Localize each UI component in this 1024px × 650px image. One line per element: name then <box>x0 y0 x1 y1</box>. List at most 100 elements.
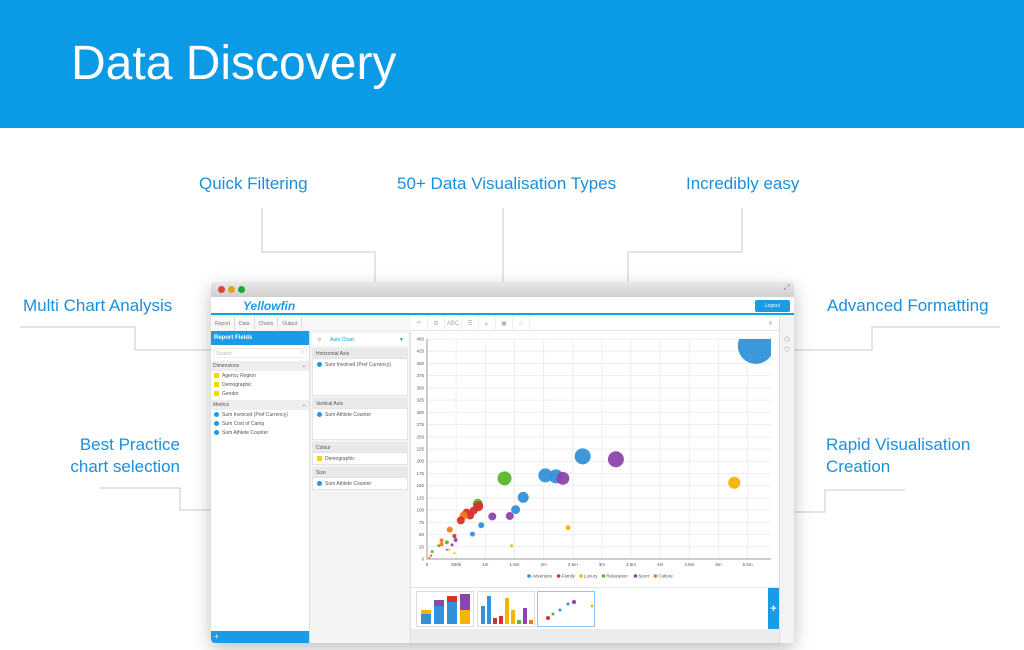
bubble-adventure[interactable] <box>737 331 774 364</box>
chart-area: ↶ ⚙ ABC ☰ ⊾ ▣ ⌂ ✕ 0 25 50 75 100 125 150 175 200 225 250… <box>411 317 779 643</box>
text-format-icon[interactable]: ABC <box>445 317 462 330</box>
bubble-relaxation[interactable] <box>497 471 512 486</box>
bubble-adventure[interactable] <box>517 491 529 503</box>
field-sum-cost-of-camp[interactable]: Sum Cost of Camp <box>211 419 309 428</box>
field-label: Demographic <box>222 381 252 388</box>
dimension-icon <box>317 456 322 461</box>
logout-button[interactable]: Logout <box>754 300 790 312</box>
add-chart-button[interactable]: + <box>768 588 779 630</box>
bubble-sport[interactable] <box>450 543 454 547</box>
tab-report[interactable]: Report <box>211 317 236 330</box>
bubble-sport[interactable] <box>607 451 624 468</box>
colour-field[interactable]: Demographic <box>325 456 355 462</box>
settings-icon[interactable]: ⚙ <box>428 317 445 330</box>
size-dropzone[interactable]: Sum Athlete Counter <box>312 477 408 490</box>
bubble-family[interactable] <box>430 554 433 557</box>
window-titlebar: ⤢ <box>211 282 794 297</box>
tag-icon[interactable]: ⌂ <box>513 317 530 330</box>
bubble-adventure[interactable] <box>478 522 485 529</box>
image-icon[interactable]: ▣ <box>496 317 513 330</box>
list-icon[interactable]: ☰ <box>462 317 479 330</box>
y-tick-label: 450 <box>416 337 424 342</box>
chart-thumbnails: + <box>411 587 779 630</box>
field-sum-invoiced[interactable]: Sum Invoiced (Pref Currency) <box>211 410 309 419</box>
bubble-culture[interactable] <box>439 542 444 547</box>
vertical-axis-dropzone[interactable]: Sum Athlete Counter <box>312 408 408 440</box>
bubble-sport[interactable] <box>453 537 458 542</box>
axis-icon[interactable]: ⊾ <box>479 317 496 330</box>
bubble-sport[interactable] <box>556 471 570 485</box>
bubble-culture[interactable] <box>428 556 431 559</box>
bubble-culture[interactable] <box>446 526 453 533</box>
bubble-adventure[interactable] <box>511 505 521 515</box>
bubble-luxury[interactable] <box>453 552 456 555</box>
y-tick-label: 200 <box>416 459 424 464</box>
bubble-luxury[interactable] <box>510 544 514 548</box>
search-input[interactable]: Search ⌕ <box>213 348 307 358</box>
undo-icon[interactable]: ↶ <box>411 317 428 330</box>
dimension-icon <box>214 391 219 396</box>
x-tick-label: 500k <box>451 562 462 567</box>
minimize-window-button[interactable] <box>228 286 235 293</box>
thumbnail-bar[interactable] <box>477 591 535 627</box>
close-icon[interactable]: ✕ <box>762 317 779 330</box>
bubble-relaxation[interactable] <box>444 540 449 545</box>
field-agency-region[interactable]: Agency Region <box>211 371 309 380</box>
legend-label: Culture <box>658 574 673 579</box>
field-sum-athlete-counter[interactable]: Sum Athlete Counter <box>211 428 309 437</box>
filter-icon[interactable]: ⛉ <box>780 347 794 355</box>
yellowfin-logo: Yellowfin <box>243 299 296 313</box>
bubble-relaxation[interactable] <box>430 550 434 554</box>
field-gender[interactable]: Gender <box>211 389 309 398</box>
bubble-luxury[interactable] <box>728 476 741 489</box>
bubble-family[interactable] <box>456 516 465 525</box>
bubble-adventure[interactable] <box>469 531 475 537</box>
legend-marker <box>633 574 638 578</box>
report-fields-title: Report Fields <box>211 331 309 345</box>
chevron-down-icon: ⌄ <box>301 402 306 408</box>
y-tick-label: 75 <box>419 520 425 525</box>
bubble-culture[interactable] <box>439 538 444 543</box>
bubble-sport[interactable] <box>445 548 448 551</box>
close-window-button[interactable] <box>218 286 225 293</box>
horizontal-axis-field[interactable]: Sum Invoiced (Pref Currency) <box>325 362 391 368</box>
thumbnail-scatter[interactable] <box>537 591 595 627</box>
report-tabs: Report Data Charts Output <box>211 317 411 330</box>
y-tick-label: 275 <box>416 422 424 427</box>
field-label: Sum Cost of Camp <box>222 420 265 427</box>
legend-label: Family <box>562 574 576 579</box>
horizontal-axis-dropzone[interactable]: Sum Invoiced (Pref Currency) <box>312 358 408 396</box>
tab-data[interactable]: Data <box>235 317 255 330</box>
metric-icon <box>317 481 322 486</box>
bubble-sport[interactable] <box>488 512 497 521</box>
thumbnail-stacked-bar[interactable] <box>416 591 474 627</box>
bubble-sport[interactable] <box>505 511 514 520</box>
report-fields-panel: Report Fields Search ⌕ Dimensions ⌄ Agency… <box>211 331 310 643</box>
auto-chart-select[interactable]: ⚙ Auto Chart ▼ <box>312 333 408 346</box>
bubble-luxury[interactable] <box>448 548 451 551</box>
add-field-button[interactable]: + <box>211 631 309 643</box>
metrics-section[interactable]: Metrics ⌄ <box>211 400 309 410</box>
colour-dropzone[interactable]: Demographic <box>312 452 408 465</box>
bubble-adventure[interactable] <box>574 448 591 465</box>
vertical-axis-field[interactable]: Sum Athlete Counter <box>325 412 371 418</box>
metric-icon <box>214 430 219 435</box>
metric-icon <box>317 412 322 417</box>
legend-label: Adventure <box>532 574 553 579</box>
dimensions-section[interactable]: Dimensions ⌄ <box>211 361 309 371</box>
tab-output[interactable]: Output <box>278 317 303 330</box>
clock-icon[interactable]: ◷ <box>780 335 794 343</box>
field-label: Sum Athlete Counter <box>222 429 269 436</box>
field-demographic[interactable]: Demographic <box>211 380 309 389</box>
tab-charts[interactable]: Charts <box>255 317 279 330</box>
bubble-family[interactable] <box>452 534 457 539</box>
maximize-window-button[interactable] <box>238 286 245 293</box>
bubble-luxury[interactable] <box>565 525 571 531</box>
search-placeholder: Search <box>216 351 232 357</box>
expand-icon[interactable]: ⤢ <box>784 283 790 293</box>
scatter-chart: 0 25 50 75 100 125 150 175 200 225 250 275 300 325 350… <box>416 331 774 579</box>
y-tick-label: 125 <box>416 495 424 500</box>
app-window: ⤢ Yellowfin Logout Report Data Charts Ou… <box>211 282 794 643</box>
size-field[interactable]: Sum Athlete Counter <box>325 481 371 487</box>
bubble-relaxation[interactable] <box>437 544 441 548</box>
